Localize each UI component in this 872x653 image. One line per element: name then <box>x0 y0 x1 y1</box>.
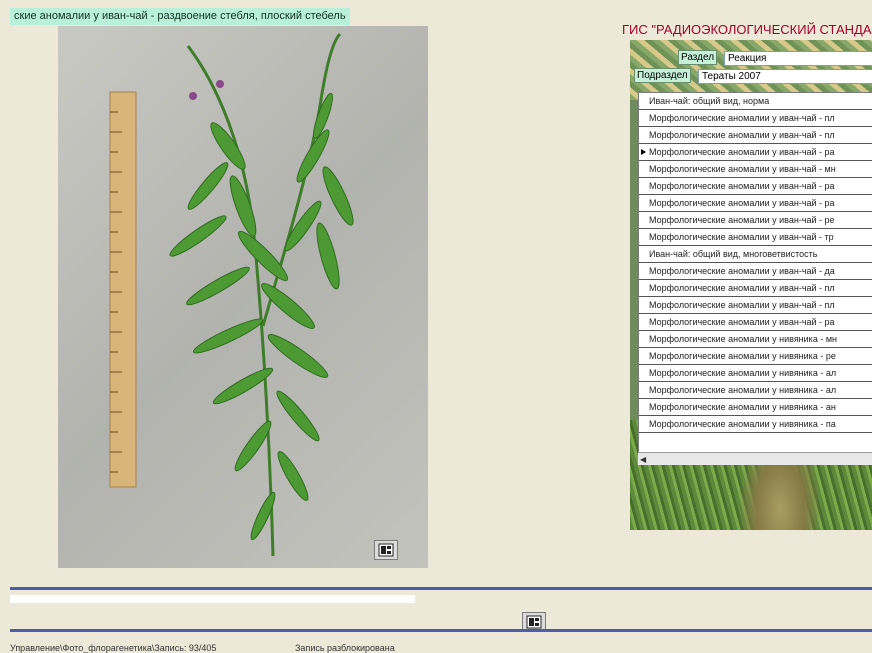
record-list[interactable]: Иван-чай: общий вид, норма Морфологически… <box>638 92 872 464</box>
section-browser-panel: Раздел Реакция Подраздел Тераты 2007 Ива… <box>630 40 872 530</box>
list-item[interactable]: Морфологические аномалии у нивяника - ал <box>639 382 872 399</box>
list-item[interactable]: Морфологические аномалии у иван-чай - ре <box>639 212 872 229</box>
list-item[interactable]: Морфологические аномалии у иван-чай - ра <box>639 195 872 212</box>
list-item[interactable]: Иван-чай: общий вид, многоветвистость <box>639 246 872 263</box>
zoom-icon <box>378 543 394 557</box>
list-item[interactable]: Морфологические аномалии у иван-чай - ра <box>639 314 872 331</box>
list-item[interactable]: Морфологические аномалии у нивяника - ре <box>639 348 872 365</box>
list-item[interactable]: Морфологические аномалии у иван-чай - мн <box>639 161 872 178</box>
photo-caption: ские аномалии у иван-чай - раздвоение ст… <box>10 8 350 25</box>
scroll-left-icon[interactable]: ◀ <box>640 455 646 464</box>
zoom-icon <box>526 615 542 629</box>
section-field[interactable]: Реакция <box>724 51 872 66</box>
list-item[interactable]: Иван-чай: общий вид, норма <box>639 93 872 110</box>
list-item[interactable]: Морфологические аномалии у иван-чай - пл <box>639 110 872 127</box>
plant-photo <box>58 26 428 568</box>
status-left: Управление\Фото_флорагенетика\Запись: 93… <box>10 643 217 653</box>
plant-photo-image <box>109 32 354 557</box>
subsection-field[interactable]: Тераты 2007 <box>698 69 872 84</box>
list-item[interactable]: Морфологические аномалии у нивяника - ан <box>639 399 872 416</box>
list-item[interactable]: Морфологические аномалии у нивяника - ал <box>639 365 872 382</box>
subsection-label: Подраздел <box>634 68 691 83</box>
photo-zoom-button[interactable] <box>374 540 398 560</box>
list-item[interactable]: Морфологические аномалии у нивяника - мн <box>639 331 872 348</box>
list-item[interactable]: Морфологические аномалии у иван-чай - пл <box>639 280 872 297</box>
ruler-image <box>109 91 137 488</box>
list-item[interactable]: Морфологические аномалии у иван-чай - ра <box>639 178 872 195</box>
divider <box>10 587 872 590</box>
list-item[interactable]: Морфологические аномалии у нивяника - па <box>639 416 872 433</box>
progress-track <box>10 595 415 603</box>
list-item[interactable]: Морфологические аномалии у иван-чай - пл <box>639 297 872 314</box>
divider <box>10 629 872 632</box>
list-item[interactable]: Морфологические аномалии у иван-чай - да <box>639 263 872 280</box>
list-item[interactable]: Морфологические аномалии у иван-чай - тр <box>639 229 872 246</box>
list-scrollbar[interactable]: ◀ <box>638 452 872 465</box>
status-right: Запись разблокирована <box>295 643 395 653</box>
list-item[interactable]: Морфологические аномалии у иван-чай - ра <box>639 144 872 161</box>
section-label: Раздел <box>678 50 718 65</box>
list-item[interactable]: Морфологические аномалии у иван-чай - пл <box>639 127 872 144</box>
app-title: ГИС "РАДИОЭКОЛОГИЧЕСКИЙ СТАНДАРТ" <box>622 22 872 37</box>
